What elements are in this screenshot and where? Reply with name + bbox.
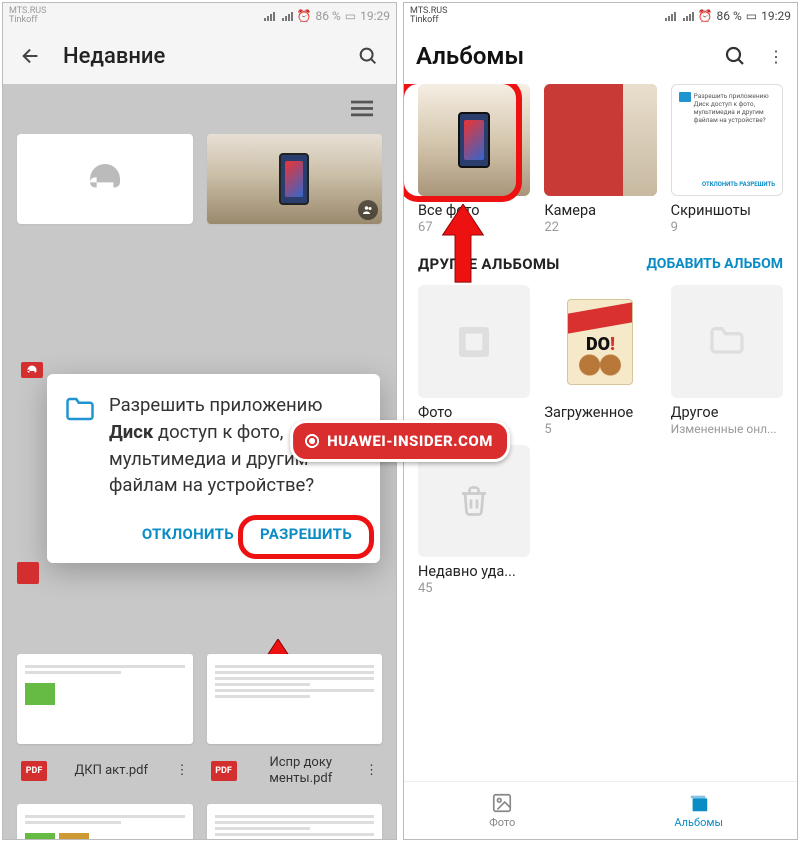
clock-text: 19:29 (761, 9, 791, 23)
battery-icon: ▭ (345, 9, 356, 23)
album-photos[interactable]: Фото 3 (418, 285, 530, 436)
page-title: Недавние (63, 44, 336, 69)
file-card-photo[interactable] (207, 134, 383, 224)
alarm-icon: ⏰ (297, 9, 312, 23)
page-title: Альбомы (416, 42, 703, 70)
pdf-icon: PDF (21, 761, 47, 781)
shared-icon (358, 200, 378, 220)
signal-icon (665, 11, 676, 21)
header-left: Недавние (3, 28, 396, 84)
photo-icon (491, 792, 513, 814)
battery-text: 86 % (316, 9, 341, 23)
more-icon[interactable]: ⋮ (176, 763, 189, 778)
folder-icon (707, 322, 747, 362)
doc-preview-1[interactable] (17, 654, 193, 744)
search-icon[interactable] (352, 40, 384, 72)
more-icon[interactable]: ⋮ (365, 763, 378, 778)
doc-preview-2[interactable] (207, 654, 383, 744)
bottom-nav: Фото Альбомы (404, 781, 797, 839)
gallery-icon (454, 322, 494, 362)
album-other[interactable]: Другое Измененные онл... (671, 285, 783, 436)
signal-2-icon (683, 11, 694, 21)
search-icon[interactable] (719, 40, 751, 72)
audio-badge-icon (21, 362, 43, 378)
battery-icon: ▭ (746, 9, 757, 23)
folder-icon (65, 396, 95, 422)
signal-icon (264, 11, 275, 21)
headphones-icon (85, 159, 125, 199)
albums-icon (688, 792, 710, 814)
annotation-arrow-album (440, 204, 486, 284)
file-row-pdf-2[interactable]: PDF Испр доку менты.pdf ⋮ (207, 749, 383, 792)
view-list-icon[interactable] (346, 92, 378, 124)
clock-text: 19:29 (360, 9, 390, 23)
doc-preview-4[interactable] (207, 804, 383, 839)
more-icon[interactable]: ⋮ (767, 40, 785, 72)
album-downloads[interactable]: DO! Загруженное 5 (544, 285, 656, 436)
trash-icon (456, 483, 492, 519)
back-icon[interactable] (15, 40, 47, 72)
status-bar: MTS.RUS Tinkoff ⏰ 86 % ▭ 19:29 (404, 3, 797, 28)
alarm-icon: ⏰ (698, 9, 713, 23)
header-right: Альбомы ⋮ (404, 28, 797, 84)
deny-button[interactable]: ОТКЛОНИТЬ (132, 517, 244, 551)
album-camera[interactable]: Камера 22 (544, 84, 656, 235)
carrier-2: Tinkoff (9, 16, 37, 25)
file-row-pdf-1[interactable]: PDF ДКП акт.pdf ⋮ (17, 749, 193, 792)
nav-photos[interactable]: Фото (404, 782, 601, 839)
permission-dialog: Разрешить приложению Диск доступ к фото,… (47, 374, 380, 563)
watermark-badge: HUAWEI-INSIDER.COM (290, 420, 510, 462)
pdf-icon: PDF (211, 761, 237, 781)
folder-icon (679, 92, 691, 102)
signal-2-icon (282, 11, 293, 21)
carrier-2: Tinkoff (410, 16, 438, 25)
status-bar: MTS.RUS Tinkoff ⏰ 86 % ▭ 19:29 (3, 3, 396, 28)
album-trash[interactable]: Недавно уда... 45 (418, 445, 530, 596)
album-screenshots[interactable]: Разрешить приложению Диск доступ к фото,… (671, 84, 783, 235)
nav-albums[interactable]: Альбомы (601, 782, 798, 839)
add-album-button[interactable]: ДОБАВИТЬ АЛЬБОМ (647, 256, 783, 273)
photo-thumb (279, 153, 309, 205)
pdf-icon (17, 562, 39, 584)
snack-thumb: DO! (567, 299, 633, 385)
allow-button[interactable]: РАЗРЕШИТЬ (250, 517, 362, 551)
file-card-audio[interactable] (17, 134, 193, 224)
battery-text: 86 % (717, 9, 742, 23)
doc-preview-3[interactable] (17, 804, 193, 839)
